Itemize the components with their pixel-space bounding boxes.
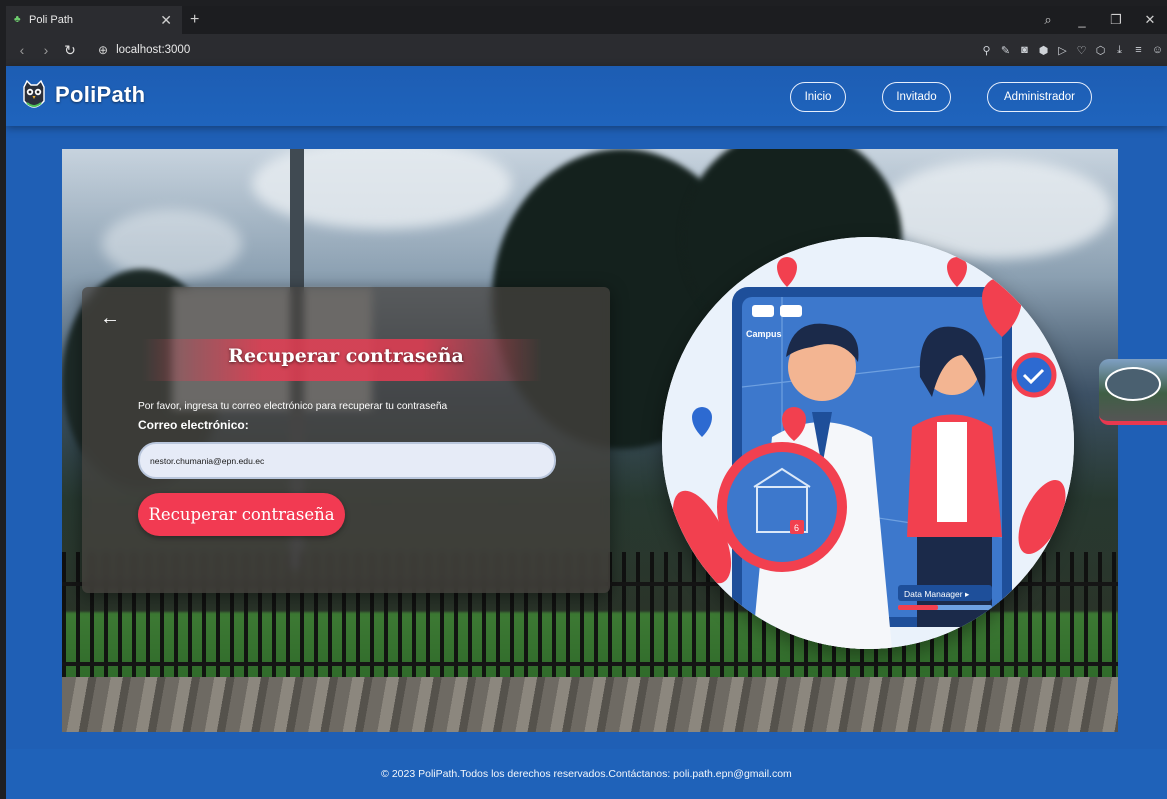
data-manager-label: Data Manaager ▸: [904, 589, 970, 599]
browser-window: ♣ Poli Path ✕ + ⌕ _ ❐ ✕ ‹ › ↻ ⊕ localhos…: [6, 6, 1167, 799]
menu-icon[interactable]: ≡: [1129, 44, 1148, 56]
reload-icon[interactable]: ↻: [60, 42, 80, 59]
url-field[interactable]: localhost:3000: [116, 44, 190, 56]
window-controls: ⌕ _ ❐ ✕: [1031, 6, 1167, 34]
nav-inicio-button[interactable]: Inicio: [790, 82, 846, 112]
zoom-icon[interactable]: ⚲: [977, 44, 996, 57]
close-tab-icon[interactable]: ✕: [160, 12, 172, 29]
badge-number: 6: [794, 523, 799, 533]
email-label: Correo electrónico:: [138, 418, 249, 432]
heart-icon[interactable]: ♡: [1072, 44, 1091, 57]
nav-invitado-button[interactable]: Invitado: [882, 82, 951, 112]
nav-administrador-button[interactable]: Administrador: [987, 82, 1092, 112]
shield-icon[interactable]: ⬢: [1034, 44, 1053, 57]
brand-name[interactable]: PoliPath: [55, 82, 145, 108]
forward-icon[interactable]: ›: [36, 42, 56, 58]
helper-text: Por favor, ingresa tu correo electrónico…: [138, 401, 448, 412]
send-icon[interactable]: ▷: [1053, 44, 1072, 57]
tab-title: Poli Path: [29, 14, 74, 26]
minimize-icon[interactable]: _: [1065, 13, 1099, 28]
browser-tab[interactable]: ♣ Poli Path ✕: [6, 6, 182, 34]
back-arrow-icon[interactable]: ←: [100, 307, 120, 330]
edit-icon[interactable]: ✎: [996, 44, 1015, 57]
restore-icon[interactable]: ❐: [1099, 12, 1133, 28]
campus-label: Campus: [746, 329, 782, 339]
site-header: PoliPath Inicio Invitado Administrador: [6, 66, 1167, 126]
profile-icon[interactable]: ☺: [1148, 44, 1167, 56]
footer-text: © 2023 PoliPath.Todos los derechos reser…: [381, 768, 792, 780]
toolbar-icons: ⚲ ✎ ◙ ⬢ ▷ ♡ ⬡ ⤓ ≡ ☺: [977, 34, 1167, 66]
form-title: Recuperar contraseña: [228, 345, 464, 367]
thumbnail-image: [1105, 367, 1161, 401]
download-icon[interactable]: ⤓: [1110, 44, 1129, 57]
people-tablet-illustration: Campus 6 Data Manaager ▸: [662, 237, 1074, 649]
site-footer: © 2023 PoliPath.Todos los derechos reser…: [6, 749, 1167, 799]
recovery-card: ← Recuperar contraseña Por favor, ingres…: [82, 287, 610, 593]
search-tabs-icon[interactable]: ⌕: [1031, 12, 1065, 28]
owl-logo-icon[interactable]: [21, 79, 47, 115]
new-tab-button[interactable]: +: [190, 11, 199, 29]
address-bar: ‹ › ↻ ⊕ localhost:3000 ⚲ ✎ ◙ ⬢ ▷ ♡ ⬡ ⤓ ≡…: [6, 34, 1167, 66]
screenshot-icon[interactable]: ◙: [1015, 44, 1034, 56]
favicon-icon: ♣: [14, 14, 21, 25]
recover-password-button[interactable]: Recuperar contraseña: [138, 493, 345, 536]
stone-wall: [62, 677, 1118, 732]
back-icon[interactable]: ‹: [12, 42, 32, 58]
globe-icon[interactable]: ⊕: [98, 43, 108, 57]
cloud-shape: [102, 209, 242, 279]
hero-background: ← Recuperar contraseña Por favor, ingres…: [62, 149, 1118, 732]
email-field[interactable]: [138, 442, 556, 479]
fence-rail: [62, 662, 1118, 666]
box-icon[interactable]: ⬡: [1091, 44, 1110, 57]
close-window-icon[interactable]: ✕: [1133, 12, 1167, 28]
tab-bar: ♣ Poli Path ✕ + ⌕ _ ❐ ✕: [6, 6, 1167, 34]
illustration-circle: Campus 6 Data Manaager ▸: [662, 237, 1074, 649]
side-thumbnail[interactable]: [1099, 359, 1167, 425]
